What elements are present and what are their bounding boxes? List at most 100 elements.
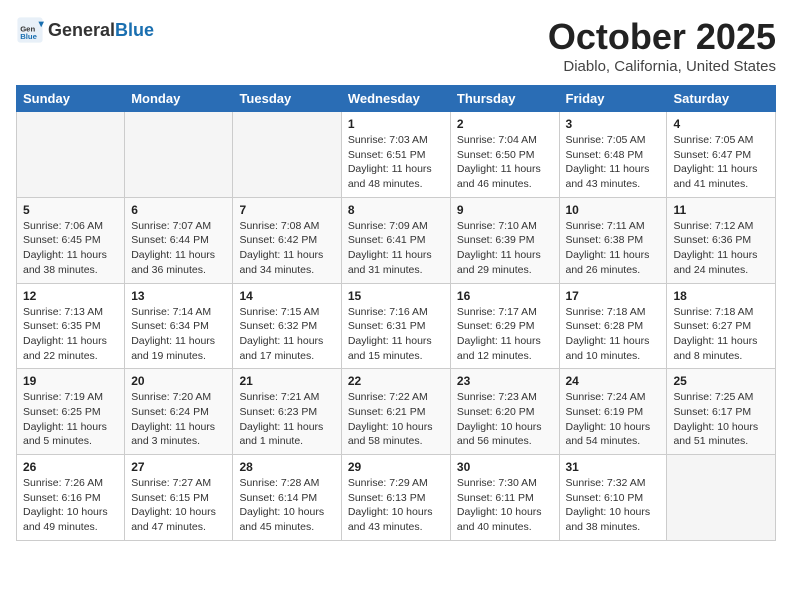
day-info: Sunrise: 7:20 AM Sunset: 6:24 PM Dayligh… xyxy=(131,390,226,449)
calendar-cell: 1Sunrise: 7:03 AM Sunset: 6:51 PM Daylig… xyxy=(341,112,450,198)
calendar-cell: 24 Sunrise: 7:24 AM Sunset: 6:19 PM Dayli… xyxy=(559,369,667,455)
logo: Gen Blue GeneralBlue xyxy=(16,16,154,44)
title-area: October 2025 Diablo, California, United … xyxy=(548,16,776,75)
calendar-cell: 21Sunrise: 7:21 AM Sunset: 6:23 PM Dayli… xyxy=(233,369,341,455)
day-info: Sunrise: 7:18 AM Sunset: 6:27 PM Dayligh… xyxy=(673,305,769,364)
day-number: 3 xyxy=(566,117,661,131)
calendar-cell: 28 Sunrise: 7:28 AM Sunset: 6:14 PM Dayli… xyxy=(233,455,341,541)
weekday-header-tuesday: Tuesday xyxy=(233,86,341,112)
calendar-cell: 25 Sunrise: 7:25 AM Sunset: 6:17 PM Dayli… xyxy=(667,369,776,455)
weekday-header-sunday: Sunday xyxy=(17,86,125,112)
day-info: Sunrise: 7:08 AM Sunset: 6:42 PM Dayligh… xyxy=(239,219,334,278)
day-number: 4 xyxy=(673,117,769,131)
day-info: Sunrise: 7:17 AM Sunset: 6:29 PM Dayligh… xyxy=(457,305,553,364)
day-number: 16 xyxy=(457,289,553,303)
day-info: Sunrise: 7:07 AM Sunset: 6:44 PM Dayligh… xyxy=(131,219,226,278)
day-info: Sunrise: 7:23 AM Sunset: 6:20 PM Dayligh… xyxy=(457,390,553,449)
calendar-cell: 7 Sunrise: 7:08 AM Sunset: 6:42 PM Daylig… xyxy=(233,197,341,283)
calendar-cell: 26 Sunrise: 7:26 AM Sunset: 6:16 PM Dayli… xyxy=(17,455,125,541)
day-number: 11 xyxy=(673,203,769,217)
calendar-cell: 5 Sunrise: 7:06 AM Sunset: 6:45 PM Daylig… xyxy=(17,197,125,283)
day-info: Sunrise: 7:04 AM Sunset: 6:50 PM Dayligh… xyxy=(457,133,553,192)
day-info: Sunrise: 7:32 AM Sunset: 6:10 PM Dayligh… xyxy=(566,476,661,535)
calendar-cell: 3 Sunrise: 7:05 AM Sunset: 6:48 PM Daylig… xyxy=(559,112,667,198)
location-title: Diablo, California, United States xyxy=(548,58,776,75)
day-info: Sunrise: 7:09 AM Sunset: 6:41 PM Dayligh… xyxy=(348,219,444,278)
calendar-cell: 12 Sunrise: 7:13 AM Sunset: 6:35 PM Dayli… xyxy=(17,283,125,369)
day-number: 29 xyxy=(348,460,444,474)
day-info: Sunrise: 7:16 AM Sunset: 6:31 PM Dayligh… xyxy=(348,305,444,364)
day-info: Sunrise: 7:26 AM Sunset: 6:16 PM Dayligh… xyxy=(23,476,118,535)
calendar-cell: 13Sunrise: 7:14 AM Sunset: 6:34 PM Dayli… xyxy=(125,283,233,369)
day-info: Sunrise: 7:29 AM Sunset: 6:13 PM Dayligh… xyxy=(348,476,444,535)
day-info: Sunrise: 7:05 AM Sunset: 6:48 PM Dayligh… xyxy=(566,133,661,192)
day-number: 20 xyxy=(131,374,226,388)
day-number: 31 xyxy=(566,460,661,474)
day-number: 1 xyxy=(348,117,444,131)
calendar-cell: 17 Sunrise: 7:18 AM Sunset: 6:28 PM Dayli… xyxy=(559,283,667,369)
calendar-table: SundayMondayTuesdayWednesdayThursdayFrid… xyxy=(16,85,776,541)
calendar-cell xyxy=(233,112,341,198)
day-info: Sunrise: 7:30 AM Sunset: 6:11 PM Dayligh… xyxy=(457,476,553,535)
day-number: 12 xyxy=(23,289,118,303)
day-info: Sunrise: 7:18 AM Sunset: 6:28 PM Dayligh… xyxy=(566,305,661,364)
day-number: 30 xyxy=(457,460,553,474)
day-number: 28 xyxy=(239,460,334,474)
logo-general: General xyxy=(48,20,115,40)
day-info: Sunrise: 7:10 AM Sunset: 6:39 PM Dayligh… xyxy=(457,219,553,278)
calendar-cell xyxy=(125,112,233,198)
day-number: 26 xyxy=(23,460,118,474)
calendar-cell: 31 Sunrise: 7:32 AM Sunset: 6:10 PM Dayli… xyxy=(559,455,667,541)
day-number: 5 xyxy=(23,203,118,217)
calendar-cell: 22Sunrise: 7:22 AM Sunset: 6:21 PM Dayli… xyxy=(341,369,450,455)
day-info: Sunrise: 7:27 AM Sunset: 6:15 PM Dayligh… xyxy=(131,476,226,535)
day-number: 7 xyxy=(239,203,334,217)
calendar-cell: 10 Sunrise: 7:11 AM Sunset: 6:38 PM Dayli… xyxy=(559,197,667,283)
day-info: Sunrise: 7:13 AM Sunset: 6:35 PM Dayligh… xyxy=(23,305,118,364)
day-info: Sunrise: 7:15 AM Sunset: 6:32 PM Dayligh… xyxy=(239,305,334,364)
calendar-cell: 9 Sunrise: 7:10 AM Sunset: 6:39 PM Daylig… xyxy=(450,197,559,283)
calendar-cell xyxy=(667,455,776,541)
calendar-cell: 29 Sunrise: 7:29 AM Sunset: 6:13 PM Dayli… xyxy=(341,455,450,541)
calendar-cell: 27 Sunrise: 7:27 AM Sunset: 6:15 PM Dayli… xyxy=(125,455,233,541)
calendar-cell: 23 Sunrise: 7:23 AM Sunset: 6:20 PM Dayli… xyxy=(450,369,559,455)
day-info: Sunrise: 7:22 AM Sunset: 6:21 PM Dayligh… xyxy=(348,390,444,449)
day-number: 18 xyxy=(673,289,769,303)
calendar-cell: 20 Sunrise: 7:20 AM Sunset: 6:24 PM Dayli… xyxy=(125,369,233,455)
day-number: 19 xyxy=(23,374,118,388)
day-number: 27 xyxy=(131,460,226,474)
weekday-header-wednesday: Wednesday xyxy=(341,86,450,112)
day-number: 23 xyxy=(457,374,553,388)
day-info: Sunrise: 7:11 AM Sunset: 6:38 PM Dayligh… xyxy=(566,219,661,278)
calendar-cell: 15 Sunrise: 7:16 AM Sunset: 6:31 PM Dayli… xyxy=(341,283,450,369)
day-info: Sunrise: 7:19 AM Sunset: 6:25 PM Dayligh… xyxy=(23,390,118,449)
calendar-cell: 14 Sunrise: 7:15 AM Sunset: 6:32 PM Dayli… xyxy=(233,283,341,369)
day-number: 24 xyxy=(566,374,661,388)
calendar-cell: 6 Sunrise: 7:07 AM Sunset: 6:44 PM Daylig… xyxy=(125,197,233,283)
calendar-cell: 30 Sunrise: 7:30 AM Sunset: 6:11 PM Dayli… xyxy=(450,455,559,541)
day-number: 6 xyxy=(131,203,226,217)
month-title: October 2025 xyxy=(548,16,776,58)
day-number: 10 xyxy=(566,203,661,217)
calendar-cell: 2 Sunrise: 7:04 AM Sunset: 6:50 PM Daylig… xyxy=(450,112,559,198)
day-number: 9 xyxy=(457,203,553,217)
day-info: Sunrise: 7:28 AM Sunset: 6:14 PM Dayligh… xyxy=(239,476,334,535)
page-header: Gen Blue GeneralBlue October 2025 Diablo… xyxy=(16,16,776,75)
day-number: 14 xyxy=(239,289,334,303)
day-info: Sunrise: 7:25 AM Sunset: 6:17 PM Dayligh… xyxy=(673,390,769,449)
day-info: Sunrise: 7:06 AM Sunset: 6:45 PM Dayligh… xyxy=(23,219,118,278)
calendar-cell: 4Sunrise: 7:05 AM Sunset: 6:47 PM Daylig… xyxy=(667,112,776,198)
day-number: 15 xyxy=(348,289,444,303)
day-number: 25 xyxy=(673,374,769,388)
day-number: 8 xyxy=(348,203,444,217)
day-number: 17 xyxy=(566,289,661,303)
logo-icon: Gen Blue xyxy=(16,16,44,44)
day-info: Sunrise: 7:21 AM Sunset: 6:23 PM Dayligh… xyxy=(239,390,334,449)
calendar-cell: 19 Sunrise: 7:19 AM Sunset: 6:25 PM Dayli… xyxy=(17,369,125,455)
weekday-header-friday: Friday xyxy=(559,86,667,112)
day-info: Sunrise: 7:24 AM Sunset: 6:19 PM Dayligh… xyxy=(566,390,661,449)
day-number: 13 xyxy=(131,289,226,303)
day-number: 2 xyxy=(457,117,553,131)
weekday-header-thursday: Thursday xyxy=(450,86,559,112)
logo-blue: Blue xyxy=(115,20,154,40)
